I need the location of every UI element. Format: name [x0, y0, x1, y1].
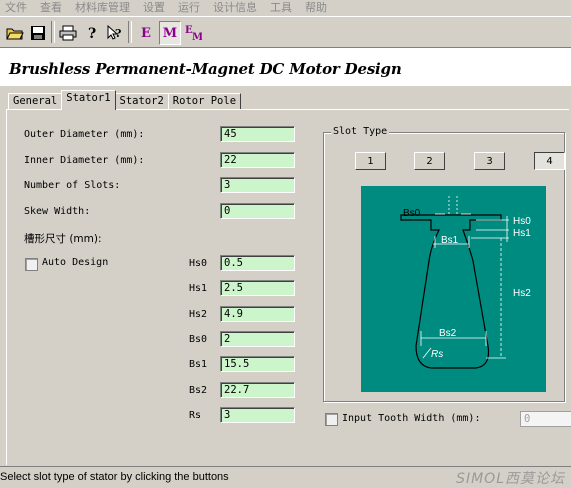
title-banner: Brushless Permanent-Magnet DC Motor Desi…: [0, 48, 571, 86]
bs0-label: Bs0: [189, 334, 208, 345]
em-mode-button[interactable]: EM: [182, 21, 204, 45]
menu-run[interactable]: 运行: [178, 0, 200, 15]
outer-diameter-field[interactable]: 45: [220, 126, 295, 142]
slot-type-label: Slot Type: [331, 126, 390, 137]
toolbar: ? ? E M EM: [0, 16, 571, 48]
svg-text:?: ?: [88, 26, 96, 41]
svg-text:?: ?: [115, 27, 121, 40]
hs1-field[interactable]: 2.5: [220, 280, 295, 296]
slot-type-4-button[interactable]: 4: [534, 152, 565, 170]
rs-diagram-label: Rs: [431, 349, 443, 360]
open-folder-icon[interactable]: [4, 21, 26, 45]
tab-strip: General Stator1 Stator2 Rotor Pole: [8, 90, 242, 110]
hs1-label: Hs1: [189, 283, 208, 294]
toolbar-separator: [51, 21, 55, 43]
input-tooth-width-label: Input Tooth Width (mm):: [342, 413, 481, 424]
bs1-diagram-label: Bs1: [441, 235, 459, 246]
menu-design-info[interactable]: 设计信息: [213, 0, 257, 15]
slot-dimensions-label: 槽形尺寸 (mm):: [24, 233, 102, 245]
tab-stator2[interactable]: Stator2: [114, 93, 169, 110]
bs1-label: Bs1: [189, 359, 208, 370]
help-icon[interactable]: ?: [81, 21, 103, 45]
slot-type-2-button[interactable]: 2: [414, 152, 445, 170]
outer-diameter-label: Outer Diameter (mm):: [24, 129, 145, 140]
status-bar: Select slot type of stator by clicking t…: [0, 466, 571, 488]
menu-file[interactable]: 文件: [5, 0, 27, 15]
inner-diameter-label: Inner Diameter (mm):: [24, 155, 145, 166]
input-tooth-width-checkbox[interactable]: [325, 413, 338, 426]
em-mode-icon: EM: [185, 25, 202, 42]
slot-type-3-button[interactable]: 3: [474, 152, 505, 170]
hs0-field[interactable]: 0.5: [220, 255, 295, 271]
inner-diameter-field[interactable]: 22: [220, 152, 295, 168]
tab-general[interactable]: General: [8, 93, 63, 110]
menu-settings[interactable]: 设置: [143, 0, 165, 15]
hs0-label: Hs0: [189, 258, 208, 269]
print-icon[interactable]: [57, 21, 79, 45]
status-text: Select slot type of stator by clicking t…: [0, 471, 229, 483]
hs2-field[interactable]: 4.9: [220, 306, 295, 322]
auto-design-checkbox[interactable]: [25, 258, 38, 271]
page-title: Brushless Permanent-Magnet DC Motor Desi…: [9, 60, 402, 78]
hs1-diagram-label: Hs1: [513, 228, 531, 239]
context-help-icon[interactable]: ?: [104, 21, 126, 45]
menu-bar: 文件 查看 材料库管理 设置 运行 设计信息 工具 帮助: [0, 0, 571, 14]
bs1-field[interactable]: 15.5: [220, 356, 295, 372]
num-slots-field[interactable]: 3: [220, 177, 295, 193]
num-slots-label: Number of Slots:: [24, 180, 121, 191]
e-mode-button[interactable]: E: [135, 21, 157, 45]
bs2-field[interactable]: 22.7: [220, 382, 295, 398]
bs0-diagram-label: Bs0: [403, 208, 421, 219]
rs-field[interactable]: 3: [220, 407, 295, 423]
skew-width-field[interactable]: 0: [220, 203, 295, 219]
watermark-logo: SIMOL西莫论坛: [456, 471, 565, 487]
input-tooth-width-field[interactable]: 0: [520, 411, 571, 427]
slot-diagram: Bs0 Hs0 Hs1 Bs1 Hs2 Bs2 Rs: [361, 186, 546, 392]
hs2-label: Hs2: [189, 309, 208, 320]
menu-tools[interactable]: 工具: [270, 0, 292, 15]
toolbar-separator: [128, 21, 132, 43]
tab-stator1[interactable]: Stator1: [61, 90, 116, 110]
menu-help[interactable]: 帮助: [305, 0, 327, 15]
menu-view[interactable]: 查看: [40, 0, 62, 15]
e-mode-label: E: [141, 25, 151, 41]
bs2-diagram-label: Bs2: [439, 328, 457, 339]
hs0-diagram-label: Hs0: [513, 216, 531, 227]
svg-text:M: M: [192, 32, 202, 42]
bs2-label: Bs2: [189, 385, 208, 396]
rs-label: Rs: [189, 410, 202, 421]
bs0-field[interactable]: 2: [220, 331, 295, 347]
auto-design-label: Auto Design: [42, 257, 109, 268]
skew-width-label: Skew Width:: [24, 206, 91, 217]
m-mode-label: M: [162, 25, 178, 41]
hs2-diagram-label: Hs2: [513, 288, 531, 299]
save-icon[interactable]: [27, 21, 49, 45]
tab-rotor-pole[interactable]: Rotor Pole: [167, 93, 242, 110]
m-mode-button[interactable]: M: [159, 21, 181, 45]
menu-material-library[interactable]: 材料库管理: [75, 0, 130, 15]
slot-type-1-button[interactable]: 1: [355, 152, 386, 170]
